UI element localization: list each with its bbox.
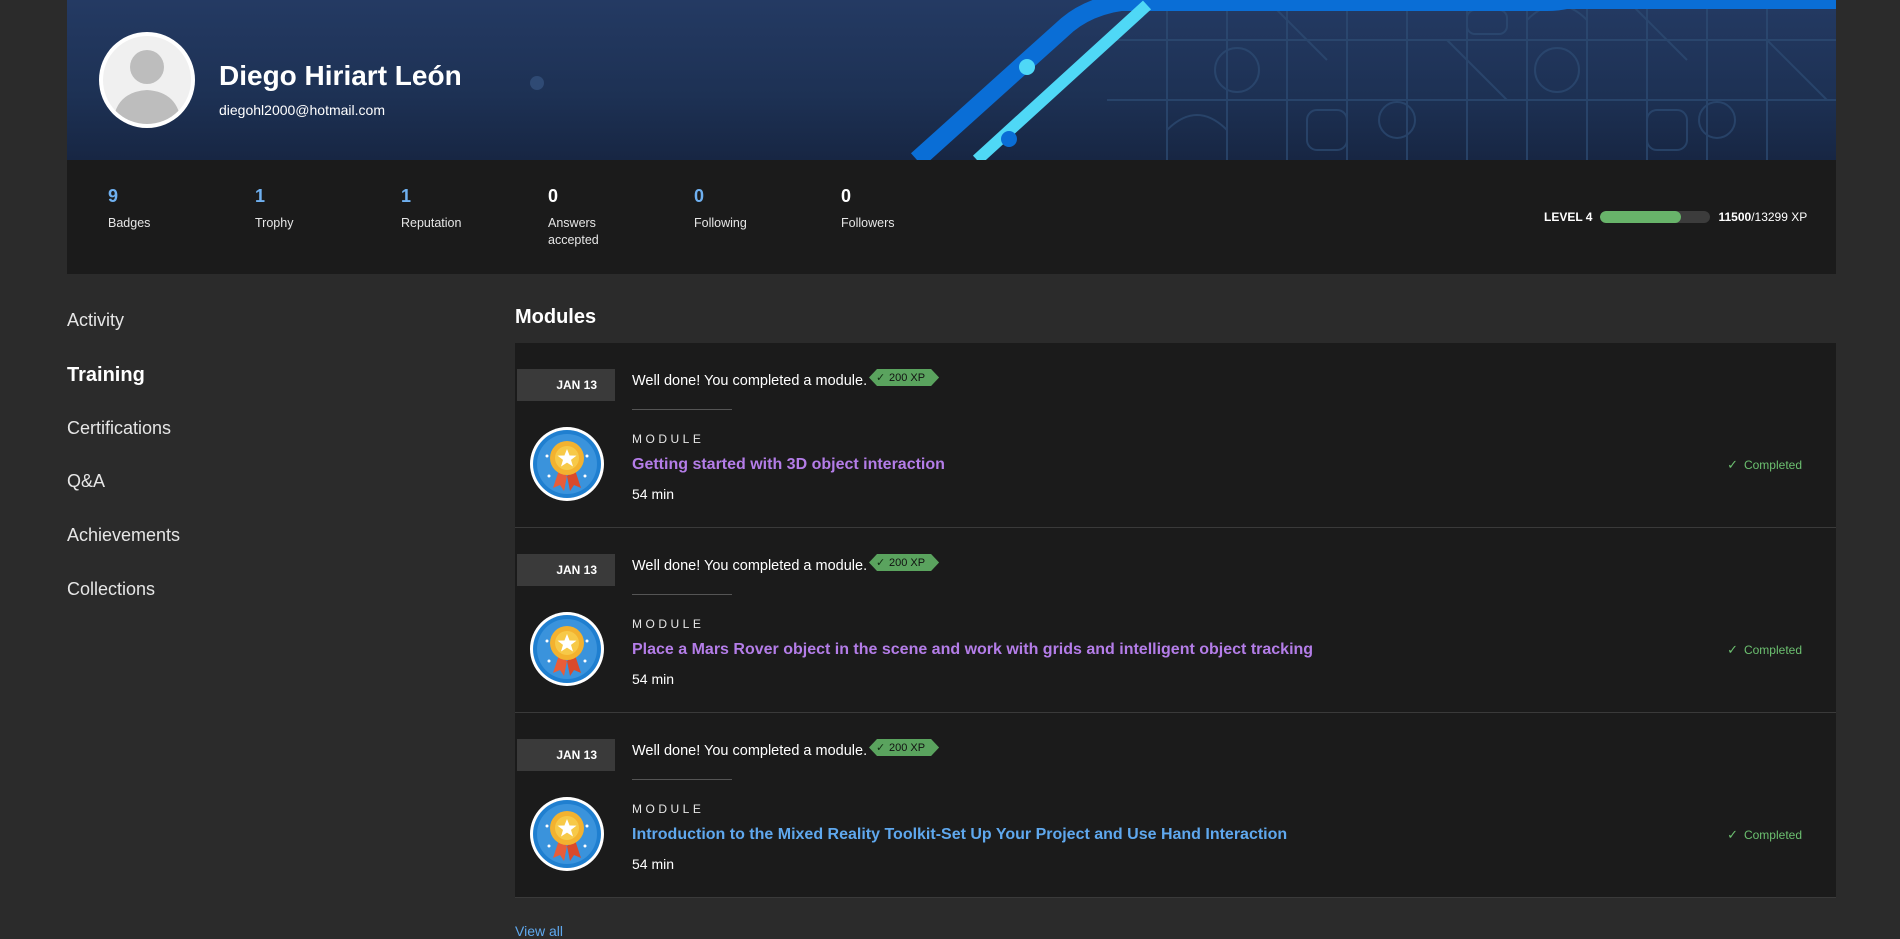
check-icon: ✓ xyxy=(876,557,886,569)
completion-message: Well done! You completed a module. xyxy=(632,743,868,759)
status-label: Completed xyxy=(1743,458,1802,472)
completed-status: ✓ Completed xyxy=(1727,827,1802,843)
xp-badge: ✓ 200 XP xyxy=(869,554,939,571)
stat-label: Answers accepted xyxy=(548,216,599,247)
stats-bar: 9 Badges 1 Trophy 1 Reputation 0 Answers… xyxy=(67,160,1836,274)
sidebar-item-training[interactable]: Training xyxy=(67,364,145,387)
completion-message: Well done! You completed a module. xyxy=(632,373,868,389)
module-kind: MODULE xyxy=(632,802,705,816)
module-card: JAN 13 Well done! You completed a module… xyxy=(515,713,1836,898)
stat-following[interactable]: 0 Following xyxy=(694,186,764,232)
sidebar-item-activity[interactable]: Activity xyxy=(67,310,124,331)
medal-icon xyxy=(530,612,604,686)
status-label: Completed xyxy=(1743,643,1802,657)
module-card: JAN 13 Well done! You completed a module… xyxy=(515,528,1836,713)
stat-value: 9 xyxy=(108,186,119,206)
module-title-link[interactable]: Getting started with 3D object interacti… xyxy=(632,456,945,474)
check-icon: ✓ xyxy=(1727,642,1738,657)
user-name: Diego Hiriart León xyxy=(219,60,462,91)
stat-value: 0 xyxy=(548,186,559,206)
check-icon: ✓ xyxy=(876,742,886,754)
avatar[interactable] xyxy=(99,32,195,128)
date-tag: JAN 13 xyxy=(517,369,615,401)
xp-badge: ✓ 200 XP xyxy=(869,739,939,756)
xp-badge-label: 200 XP xyxy=(889,741,926,754)
date-tag: JAN 13 xyxy=(517,739,615,771)
module-kind: MODULE xyxy=(632,432,705,446)
xp-badge-label: 200 XP xyxy=(889,371,926,384)
stat-badges[interactable]: 9 Badges xyxy=(108,186,178,232)
person-icon xyxy=(103,36,191,124)
divider xyxy=(632,594,732,595)
profile-banner: Diego Hiriart León diegohl2000@hotmail.c… xyxy=(67,0,1836,160)
xp-badge-label: 200 XP xyxy=(889,556,926,569)
status-label: Completed xyxy=(1743,828,1802,842)
level-label: LEVEL 4 xyxy=(1544,210,1593,224)
module-list: JAN 13 Well done! You completed a module… xyxy=(515,343,1836,898)
stat-value: 0 xyxy=(841,186,852,206)
stat-label: Badges xyxy=(108,216,151,230)
check-icon: ✓ xyxy=(1727,827,1738,842)
check-icon: ✓ xyxy=(876,372,886,384)
sidebar-item-certifications[interactable]: Certifications xyxy=(67,418,171,439)
stat-trophy[interactable]: 1 Trophy xyxy=(255,186,325,232)
stat-value: 0 xyxy=(694,186,705,206)
stat-label: Followers xyxy=(841,216,895,230)
medal-icon xyxy=(530,797,604,871)
stat-value: 1 xyxy=(401,186,412,206)
divider xyxy=(632,409,732,410)
level-progress: LEVEL 4 11500 /13299 XP xyxy=(1544,210,1807,224)
xp-progress-fill xyxy=(1600,211,1681,223)
user-email: diegohl2000@hotmail.com xyxy=(219,102,385,118)
xp-progress-bar xyxy=(1600,211,1711,223)
module-duration: 54 min xyxy=(632,671,675,687)
xp-current: 11500 xyxy=(1718,210,1752,224)
stat-reputation[interactable]: 1 Reputation xyxy=(401,186,471,232)
check-icon: ✓ xyxy=(1727,457,1738,472)
sidebar-item-collections[interactable]: Collections xyxy=(67,579,155,600)
module-kind: MODULE xyxy=(632,617,705,631)
sidebar-item-qa[interactable]: Q&A xyxy=(67,471,105,492)
xp-total: /13299 XP xyxy=(1751,210,1808,224)
completed-status: ✓ Completed xyxy=(1727,642,1802,658)
completed-status: ✓ Completed xyxy=(1727,457,1802,473)
stat-answers-accepted: 0 Answers accepted xyxy=(548,186,618,249)
module-title-link[interactable]: Introduction to the Mixed Reality Toolki… xyxy=(632,826,1287,844)
status-dot-icon xyxy=(530,76,544,90)
sidebar-item-achievements[interactable]: Achievements xyxy=(67,525,180,546)
stat-label: Reputation xyxy=(401,216,462,230)
stat-label: Following xyxy=(694,216,747,230)
module-card: JAN 13 Well done! You completed a module… xyxy=(515,343,1836,528)
view-all-link[interactable]: View all xyxy=(515,923,563,939)
module-duration: 54 min xyxy=(632,486,675,502)
stat-followers: 0 Followers xyxy=(841,186,911,232)
medal-icon xyxy=(530,427,604,501)
completion-message: Well done! You completed a module. xyxy=(632,558,868,574)
module-title-link[interactable]: Place a Mars Rover object in the scene a… xyxy=(632,641,1313,659)
modules-heading: Modules xyxy=(515,306,597,328)
xp-badge: ✓ 200 XP xyxy=(869,369,939,386)
stat-value: 1 xyxy=(255,186,266,206)
stat-label: Trophy xyxy=(255,216,294,230)
date-tag: JAN 13 xyxy=(517,554,615,586)
divider xyxy=(632,779,732,780)
module-duration: 54 min xyxy=(632,856,675,872)
